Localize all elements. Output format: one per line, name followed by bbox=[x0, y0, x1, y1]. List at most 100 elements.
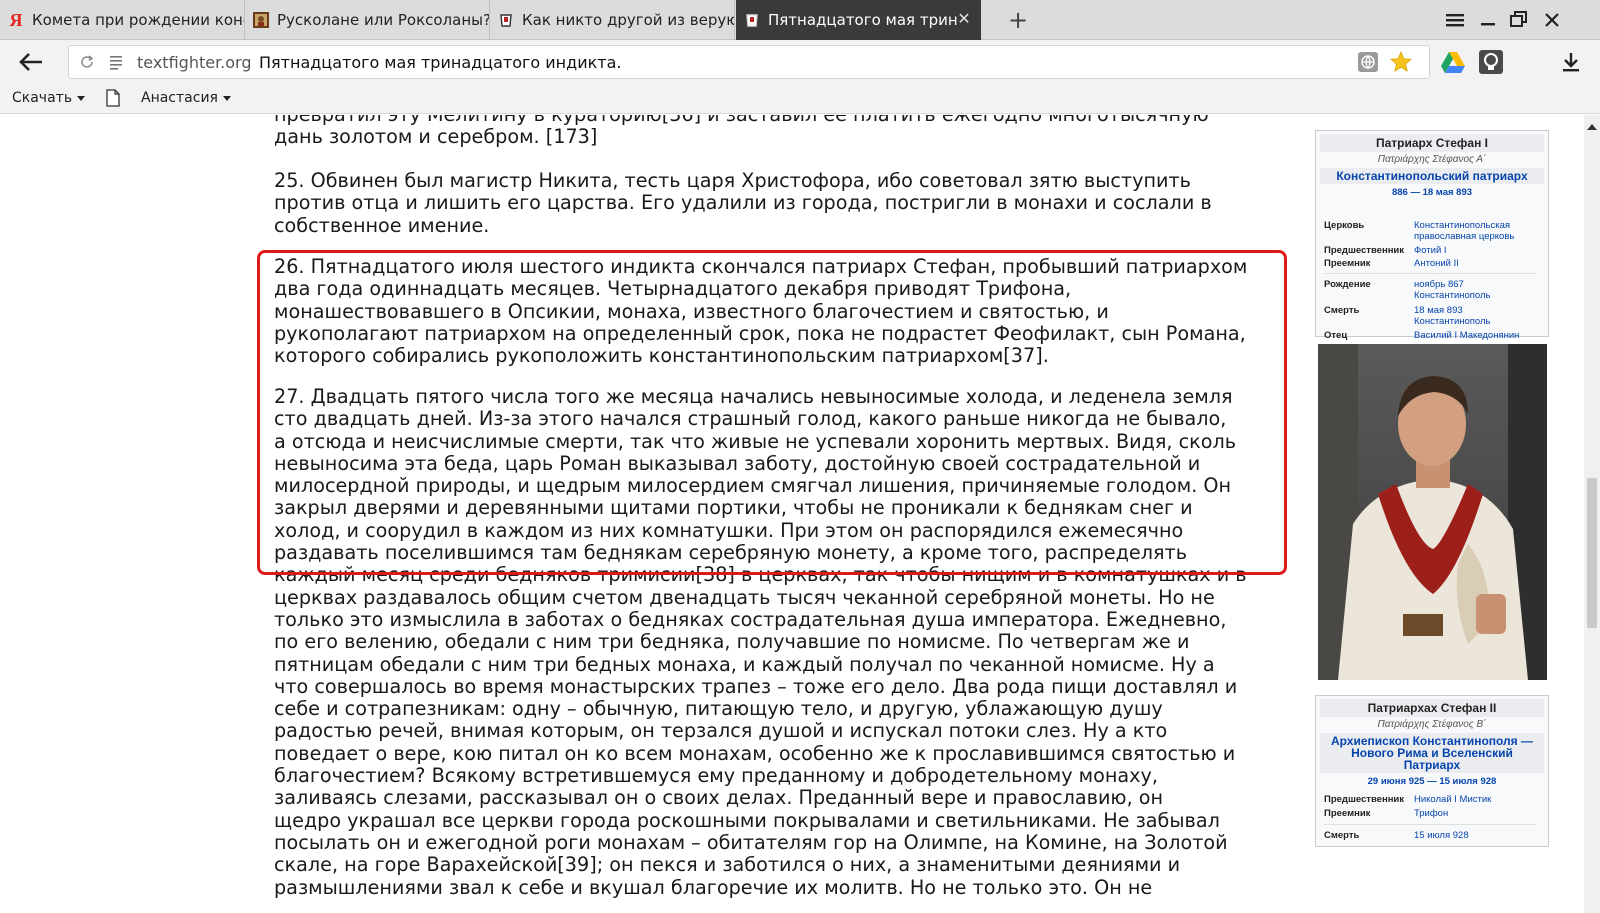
infobox-title: Патриарх Стефан I bbox=[1320, 134, 1544, 152]
extension-bulb-icon[interactable] bbox=[1478, 49, 1504, 75]
infobox-title: Патриархах Стефан II bbox=[1320, 699, 1544, 717]
infobox-stefan-ii: Патриархах Стефан II Πατριάρχης Στέφανος… bbox=[1315, 695, 1549, 847]
infobox-dates: 29 июня 925 — 15 июля 928 bbox=[1367, 776, 1497, 787]
portrait-image bbox=[1318, 344, 1547, 680]
infobox-row: Отец Василий I Македонянин bbox=[1324, 330, 1536, 341]
icon-portrait-favicon bbox=[253, 12, 269, 28]
bookmark-label: Скачать bbox=[12, 90, 73, 106]
menu-hamburger-icon[interactable] bbox=[1443, 8, 1467, 32]
restore-window-icon[interactable] bbox=[1507, 8, 1531, 32]
vertical-scrollbar[interactable] bbox=[1584, 115, 1600, 913]
infobox-key: Отец bbox=[1324, 330, 1348, 341]
text-line: 25. Обвинен был магистр Никита, тесть ца… bbox=[274, 169, 1191, 192]
document-icon[interactable] bbox=[106, 89, 120, 107]
infobox-key: Церковь bbox=[1324, 220, 1365, 231]
text-line: пятницам обедали с ним три бедных монаха… bbox=[274, 652, 1215, 676]
infobox-value-link[interactable]: Василий I Македонянин bbox=[1414, 330, 1536, 341]
text-line: поведает о вере, кою питал он ко всем мо… bbox=[274, 741, 1236, 765]
text-line: только это измыслила в заботах о бедняка… bbox=[274, 607, 1227, 631]
tab-title: Русколане или Роксоланы?Т bbox=[277, 11, 489, 29]
tab-title: Пятнадцатого мая трина bbox=[768, 11, 958, 29]
infobox-key: Предшественник bbox=[1324, 794, 1405, 805]
infobox-key: Предшественник bbox=[1324, 245, 1405, 256]
paragraph-top: превратил эту Мелитину в кураторию[36] и… bbox=[274, 115, 1284, 149]
tab-strip: Я Комета при рождении конст Русколане ил… bbox=[0, 0, 1600, 40]
text-line: против отца и лишить его царства. Его уд… bbox=[274, 191, 1212, 215]
cup-favicon-icon bbox=[498, 12, 514, 28]
minimize-window-icon[interactable] bbox=[1476, 8, 1500, 32]
address-field[interactable]: textfighter.org Пятнадцатого мая тринадц… bbox=[68, 45, 1430, 79]
download-icon[interactable] bbox=[1560, 50, 1582, 74]
bookmark-star-icon[interactable] bbox=[1389, 50, 1413, 74]
infobox-row: Предшественник Фотий I bbox=[1324, 245, 1536, 256]
infobox-dates: 886 — 18 мая 893 bbox=[1391, 187, 1473, 198]
infobox-value-link[interactable]: Николай I Мистик bbox=[1414, 794, 1536, 805]
bookmark-label: Анастасия bbox=[141, 90, 218, 106]
infobox-native-name: Πατριάρχης Στέφανος Β΄ bbox=[1377, 719, 1487, 730]
bookmark-skachat[interactable]: Скачать bbox=[12, 90, 86, 106]
cup-favicon-icon bbox=[744, 12, 760, 28]
tab-ruskolane[interactable]: Русколане или Роксоланы?Т bbox=[245, 0, 490, 40]
infobox-key: Смерть bbox=[1324, 830, 1360, 841]
infobox-row: Церковь Константинопольская православная… bbox=[1324, 220, 1536, 242]
infobox-value-link[interactable]: Константинопольская православная церковь bbox=[1414, 220, 1536, 242]
text-line: дань золотом и серебром. [173] bbox=[274, 125, 598, 149]
text-line: собственное имение. bbox=[274, 213, 490, 237]
infobox-row: Смерть 18 мая 893 Константинополь bbox=[1324, 305, 1536, 327]
infobox-row: Предшественник Николай I Мистик bbox=[1324, 794, 1536, 805]
infobox-row: Преемник Трифон bbox=[1324, 808, 1536, 819]
yandex-logo-icon: Я bbox=[9, 9, 23, 30]
paragraph-25: 25. Обвинен был магистр Никита, тесть ца… bbox=[274, 169, 1284, 237]
tab-close-icon[interactable]: ✕ bbox=[955, 10, 973, 28]
url-host: textfighter.org bbox=[137, 53, 252, 72]
scroll-up-arrow-icon[interactable] bbox=[1584, 119, 1600, 135]
infobox-key: Преемник bbox=[1324, 258, 1371, 269]
infobox-key: Преемник bbox=[1324, 808, 1371, 819]
reload-icon[interactable] bbox=[79, 54, 95, 70]
infobox-value-link[interactable]: 18 мая 893 Константинополь bbox=[1414, 305, 1536, 327]
scrollbar-thumb[interactable] bbox=[1587, 478, 1597, 628]
infobox-key: Рождение bbox=[1324, 279, 1371, 290]
text-line: размышлениями звал к себе и вкушал благо… bbox=[274, 875, 1153, 899]
tab-title: Комета при рождении конст bbox=[32, 11, 244, 29]
infobox-value-link[interactable]: Антоний II bbox=[1414, 258, 1536, 269]
google-drive-icon[interactable] bbox=[1440, 50, 1466, 74]
infobox-row: Смерть 15 июля 928 bbox=[1324, 830, 1536, 841]
infobox-divider bbox=[1324, 824, 1536, 825]
text-line: посылать он и ежегодной роги монахам – о… bbox=[274, 830, 1228, 854]
address-toolbar: textfighter.org Пятнадцатого мая тринадц… bbox=[0, 40, 1600, 84]
text-line: по его велению, обедали с ним три бедняк… bbox=[274, 630, 1190, 654]
chevron-down-icon bbox=[77, 95, 86, 101]
tab-comet[interactable]: Я Комета при рождении конст bbox=[0, 0, 245, 40]
text-line: что совершалось во время монастырских тр… bbox=[274, 674, 1238, 698]
tab-title: Как никто другой из верую bbox=[522, 11, 734, 29]
text-line: себе и сотрапезникам: одну – обычную, пи… bbox=[274, 697, 1163, 721]
new-tab-button[interactable]: + bbox=[1005, 6, 1031, 34]
infobox-value-link[interactable]: Фотий I bbox=[1414, 245, 1536, 256]
text-line: скале, на горе Варахейской[39]; он пекся… bbox=[274, 853, 1181, 877]
infobox-row: Рождение ноябрь 867 Константинополь bbox=[1324, 279, 1536, 301]
tab-kak-nikto[interactable]: Как никто другой из верую bbox=[490, 0, 735, 40]
text-line: щедро украшал все церкви города роскошны… bbox=[274, 808, 1220, 832]
article-body: превратил эту Мелитину в кураторию[36] и… bbox=[0, 115, 1287, 913]
infobox-value-link[interactable]: Трифон bbox=[1414, 808, 1536, 819]
bookmarks-bar: Скачать Анастасия bbox=[0, 84, 1600, 114]
infobox-divider bbox=[1324, 273, 1536, 274]
infobox-key: Смерть bbox=[1324, 305, 1360, 316]
infobox-stefan-i: Патриарх Стефан I Πατριάρχης Στέφανος Α΄… bbox=[1315, 130, 1549, 341]
close-window-icon[interactable] bbox=[1540, 8, 1564, 32]
infobox-office-link[interactable]: Константинопольский патриарх bbox=[1320, 168, 1544, 184]
infobox-row: Преемник Антоний II bbox=[1324, 258, 1536, 269]
tab-active-current[interactable]: Пятнадцатого мая трина ✕ bbox=[736, 0, 981, 40]
translate-icon[interactable] bbox=[1357, 51, 1379, 73]
infobox-value-link[interactable]: 15 июля 928 bbox=[1414, 830, 1536, 841]
back-arrow-icon[interactable] bbox=[16, 48, 46, 76]
infobox-office-link[interactable]: Архиепископ Константинополя — Нового Рим… bbox=[1320, 733, 1544, 773]
bookmark-anastasia[interactable]: Анастасия bbox=[141, 90, 231, 106]
text-line: церквах раздавалось общим счетом двенадц… bbox=[274, 585, 1215, 609]
infobox-value-link[interactable]: ноябрь 867 Константинополь bbox=[1414, 279, 1536, 301]
reader-lines-icon[interactable] bbox=[109, 54, 123, 70]
text-line: благочестием? Всякому встретившемуся ему… bbox=[274, 764, 1158, 788]
highlight-annotation-box bbox=[257, 250, 1287, 575]
url-page-title: Пятнадцатого мая тринадцатого индикта. bbox=[259, 53, 622, 72]
